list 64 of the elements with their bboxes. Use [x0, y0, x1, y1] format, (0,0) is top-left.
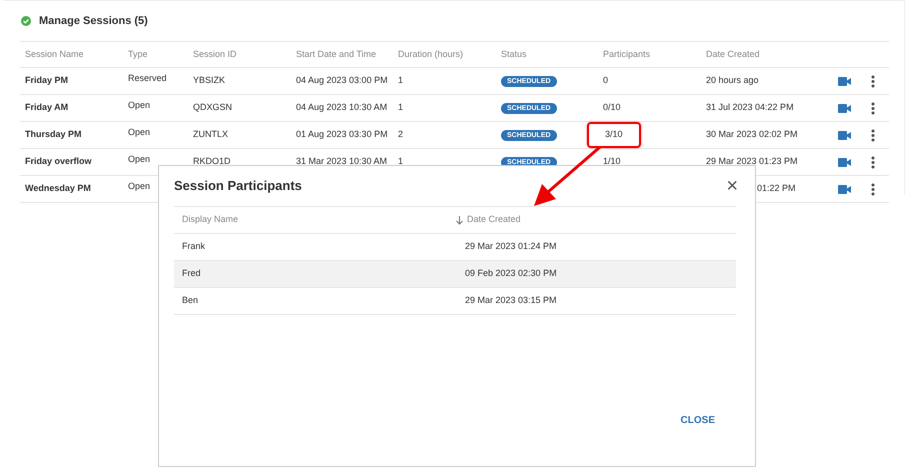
table-cell-text: Open	[128, 99, 150, 112]
video-camera-icon[interactable]	[838, 158, 851, 166]
table-cell-text: 09 Feb 2023 02:30 PM	[464, 267, 558, 280]
sort-down-arrow-icon[interactable]	[456, 216, 463, 224]
participants-count: 0/10	[603, 102, 621, 112]
page-title: Manage Sessions (5)	[39, 14, 148, 29]
table-cell-text: Friday AM	[25, 101, 68, 114]
column-header: Status	[501, 48, 528, 61]
table-cell-text: Wednesday PM	[25, 182, 91, 196]
table-cell-text: 31 Mar 2023 10:30 AM	[296, 155, 388, 168]
dialog-title: Session Participants	[174, 177, 302, 196]
column-header: Start Date and Time	[296, 48, 378, 61]
more-options-icon[interactable]	[871, 74, 875, 88]
table-cell-text: Reserved	[128, 72, 167, 86]
check-circle-icon	[21, 16, 31, 26]
more-options-icon[interactable]	[871, 102, 875, 114]
table-cell-text: Ben	[182, 294, 200, 308]
table-cell-text: 1	[398, 74, 404, 88]
table-cell-text: YBSIZK	[193, 74, 226, 88]
close-button[interactable]: CLOSE	[680, 410, 715, 430]
table-cell-text: Friday overflow	[25, 155, 92, 168]
table-cell-text: 2	[398, 128, 404, 142]
column-header: Duration (hours)	[398, 48, 464, 61]
participants-count: 0	[603, 75, 608, 86]
more-options-icon[interactable]	[871, 156, 875, 168]
table-cell-text: 29 Mar 2023 01:23 PM	[706, 155, 798, 168]
table-cell-text: 29 Mar 2023 03:15 PM	[464, 294, 558, 308]
video-camera-icon[interactable]	[838, 184, 851, 194]
column-header: Display Name	[182, 213, 240, 226]
table-cell-text: Friday PM	[25, 74, 68, 88]
participants-count: 1/10	[603, 156, 621, 166]
column-header: Session Name	[25, 48, 85, 61]
table-cell-text: RKDO1D	[193, 155, 231, 168]
table-cell-text: 01:22 PM	[757, 182, 796, 196]
column-header: Type	[128, 48, 149, 61]
participant-row[interactable]: Fred 09 Feb 2023 02:30 PM	[174, 261, 736, 288]
table-cell-text: 30 Mar 2023 02:02 PM	[706, 128, 798, 142]
table-cell-text: Open	[128, 126, 150, 140]
table-cell-text: 1	[398, 155, 404, 168]
table-cell-text: 01 Aug 2023 03:30 PM	[296, 128, 388, 142]
column-header: Session ID	[193, 48, 238, 61]
table-cell-text: ZUNTLX	[193, 128, 228, 142]
table-cell-text: Open	[128, 180, 150, 194]
table-cell-text: 31 Jul 2023 04:22 PM	[706, 101, 794, 114]
table-cell-text: 04 Aug 2023 03:00 PM	[296, 74, 388, 88]
table-cell-text: 04 Aug 2023 10:30 AM	[296, 101, 388, 114]
table-cell-text: Thursday PM	[25, 128, 82, 142]
video-camera-icon[interactable]	[838, 104, 851, 112]
column-header: Date Created	[467, 213, 521, 226]
more-options-icon[interactable]	[871, 182, 875, 196]
table-cell-text: Fred	[182, 267, 202, 280]
table-cell-text: 29 Mar 2023 01:24 PM	[464, 240, 558, 254]
table-cell-text: 20 hours ago	[706, 74, 759, 88]
column-header: Date Created	[706, 48, 761, 61]
table-cell-text: 1	[398, 101, 404, 114]
video-camera-icon[interactable]	[838, 76, 851, 86]
column-header: Participants	[603, 48, 652, 61]
more-options-icon[interactable]	[871, 128, 875, 142]
table-cell-text: Frank	[182, 240, 206, 254]
video-camera-icon[interactable]	[838, 130, 851, 140]
table-cell-text: Open	[128, 153, 150, 166]
participants-count: 3/10	[587, 122, 641, 148]
close-button[interactable]: ×	[726, 176, 740, 196]
table-cell-text: QDXGSN	[193, 101, 232, 114]
